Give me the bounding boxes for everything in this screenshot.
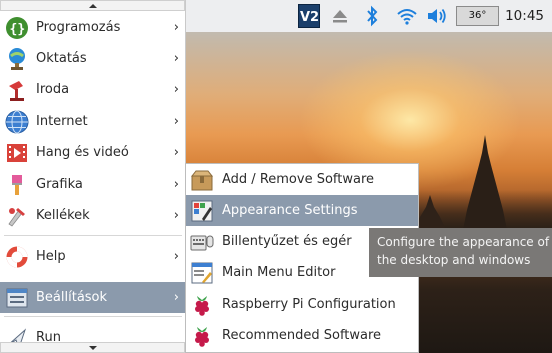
- menu-item-help[interactable]: Help ›: [0, 241, 185, 272]
- svg-text:{}: {}: [10, 22, 26, 37]
- menu-item-label: Kellékek: [36, 208, 90, 223]
- submenu-item-add-remove-software[interactable]: Add / Remove Software: [186, 164, 418, 195]
- menu-item-internet[interactable]: Internet ›: [0, 106, 185, 137]
- chevron-right-icon: ›: [173, 208, 179, 223]
- programming-icon: {}: [6, 16, 28, 39]
- sound-video-icon: [7, 143, 27, 162]
- menu-item-label: Iroda: [36, 82, 70, 97]
- chevron-up-icon: [88, 3, 97, 8]
- chevron-right-icon: ›: [173, 177, 179, 192]
- menu-item-label: Hang és videó: [36, 145, 129, 160]
- office-icon: [9, 80, 24, 101]
- help-icon: [6, 246, 28, 267]
- menu-item-graphics[interactable]: Grafika ›: [0, 169, 185, 200]
- raspberry-icon: [195, 295, 209, 316]
- submenu-item-label: Add / Remove Software: [222, 172, 375, 187]
- tooltip-line: the desktop and windows: [377, 253, 531, 267]
- education-icon: [9, 47, 25, 70]
- tooltip-line: Configure the appearance of: [377, 235, 550, 249]
- package-icon: [190, 170, 214, 190]
- accessories-icon: [8, 207, 25, 227]
- menu-scroll-down-button[interactable]: [0, 342, 185, 353]
- internet-icon: [5, 110, 29, 133]
- raspberry-icon: [195, 326, 209, 347]
- submenu-item-label: Raspberry Pi Configuration: [222, 297, 396, 312]
- menu-item-label: Beállítások: [36, 290, 108, 305]
- vnc-icon[interactable]: V2: [296, 0, 322, 32]
- menu-separator: [4, 316, 182, 317]
- eject-icon[interactable]: [328, 0, 352, 32]
- chevron-right-icon: ›: [173, 82, 179, 97]
- menu-item-label: Grafika: [36, 177, 83, 192]
- menu-scroll-up-button[interactable]: [0, 0, 185, 11]
- volume-icon[interactable]: [424, 0, 450, 32]
- keyboard-mouse-icon: [190, 235, 214, 250]
- appearance-icon: [191, 200, 213, 221]
- chevron-right-icon: ›: [173, 51, 179, 66]
- clock[interactable]: 10:45: [505, 0, 544, 32]
- cpu-temperature[interactable]: 36°: [456, 6, 499, 26]
- chevron-right-icon: ›: [173, 290, 179, 305]
- submenu-item-label: Recommended Software: [222, 328, 382, 343]
- chevron-right-icon: ›: [173, 145, 179, 160]
- submenu-item-appearance-settings[interactable]: Appearance Settings: [186, 195, 418, 226]
- menu-item-office[interactable]: Iroda ›: [0, 74, 185, 105]
- preferences-icon: [6, 288, 28, 307]
- submenu-item-label: Main Menu Editor: [222, 265, 336, 280]
- chevron-right-icon: ›: [173, 249, 179, 264]
- menu-item-programming[interactable]: {} Programozás ›: [0, 12, 185, 43]
- chevron-right-icon: ›: [173, 114, 179, 129]
- submenu-item-label: Appearance Settings: [222, 203, 358, 218]
- submenu-item-recommended-software[interactable]: Recommended Software: [186, 320, 418, 351]
- tooltip: Configure the appearance of the desktop …: [369, 228, 552, 277]
- menu-item-education[interactable]: Oktatás ›: [0, 43, 185, 74]
- menu-item-preferences[interactable]: Beállítások ›: [0, 282, 185, 313]
- menu-item-sound-video[interactable]: Hang és videó ›: [0, 137, 185, 168]
- menu-separator: [4, 235, 182, 236]
- menu-item-accessories[interactable]: Kellékek ›: [0, 200, 185, 231]
- menu-item-label: Internet: [36, 114, 88, 129]
- menu-item-label: Oktatás: [36, 51, 87, 66]
- chevron-right-icon: ›: [173, 20, 179, 35]
- svg-text:V2: V2: [300, 10, 319, 25]
- wifi-icon[interactable]: [394, 0, 420, 32]
- menu-item-label: Help: [36, 249, 66, 264]
- main-menu: {} Programozás › Oktatás › Iroda › Inter…: [0, 0, 186, 353]
- submenu-item-raspberry-pi-configuration[interactable]: Raspberry Pi Configuration: [186, 289, 418, 320]
- bluetooth-icon[interactable]: [360, 0, 384, 32]
- submenu-item-label: Billentyűzet és egér: [222, 234, 352, 249]
- chevron-down-icon: [88, 345, 97, 350]
- menu-item-label: Programozás: [36, 20, 121, 35]
- graphics-icon: [12, 174, 22, 195]
- temple-silhouette: [463, 135, 507, 230]
- menu-editor-icon: [191, 262, 213, 283]
